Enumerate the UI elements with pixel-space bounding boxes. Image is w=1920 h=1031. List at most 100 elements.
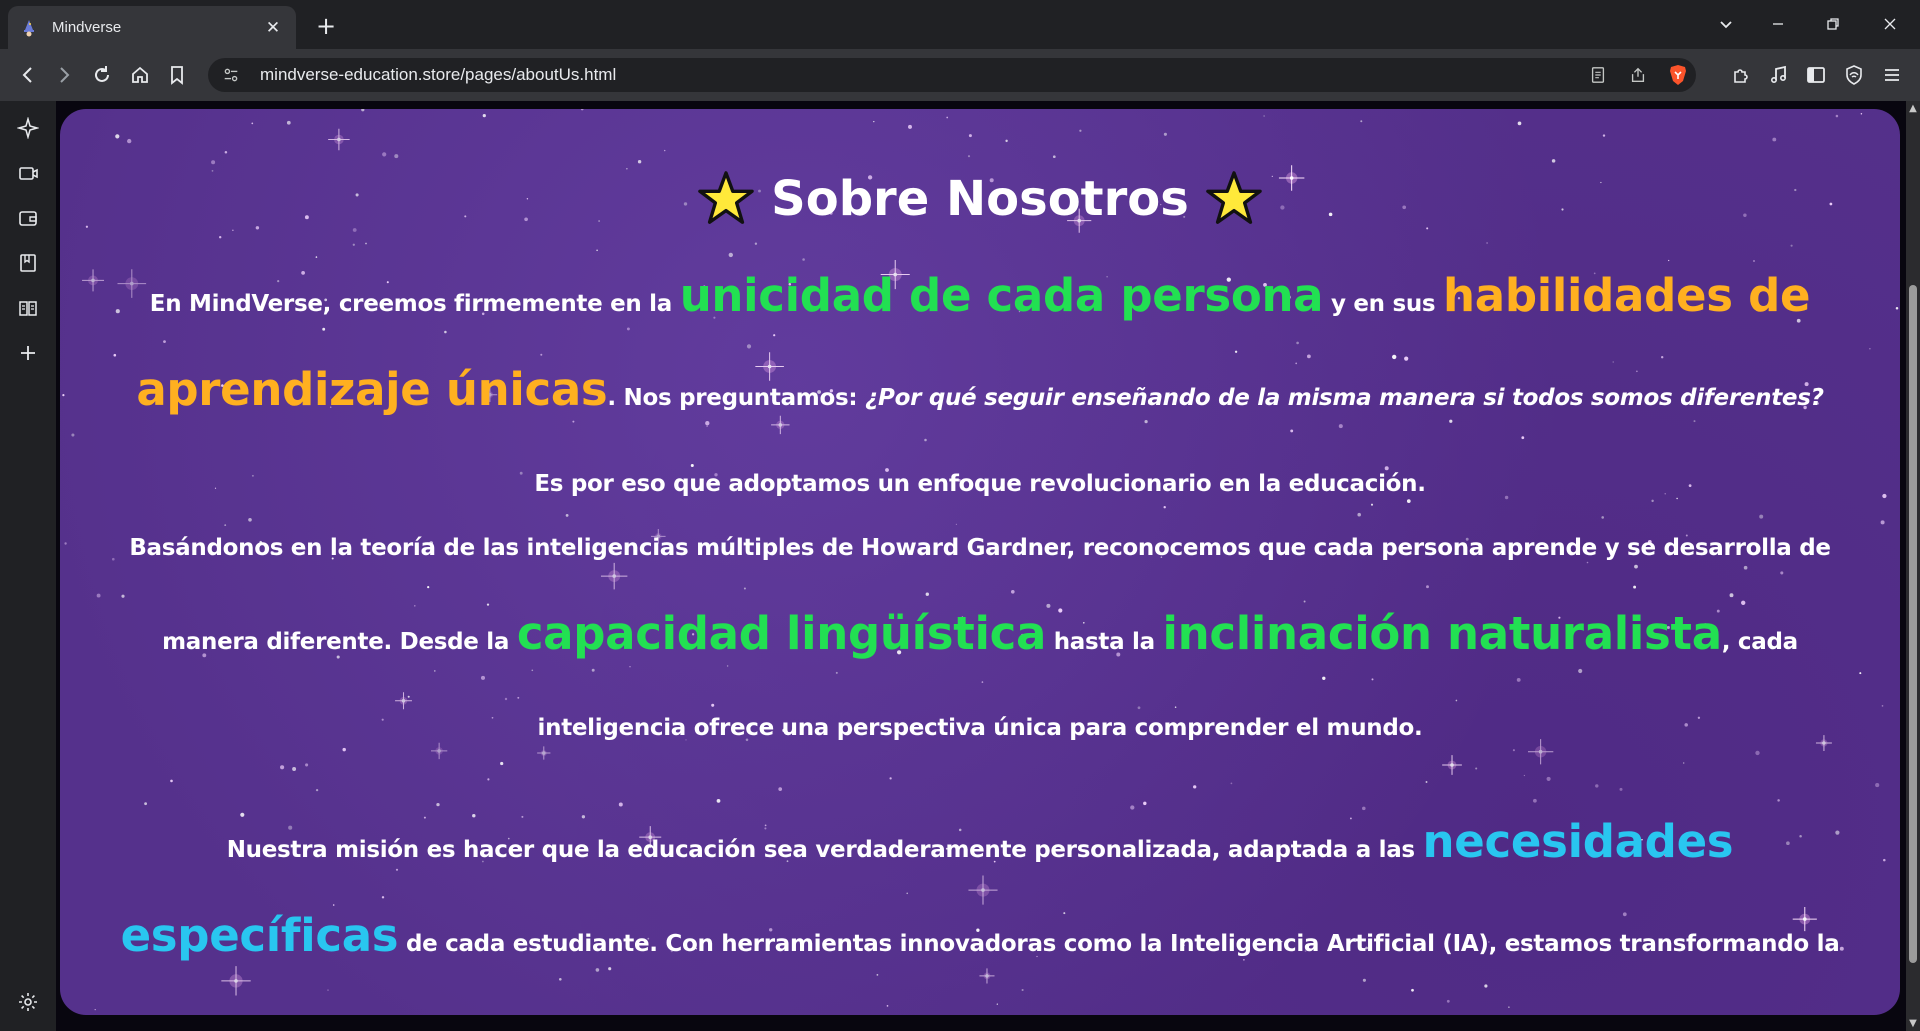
star-dot <box>968 134 972 138</box>
text-fragment: , creemos firmemente en la <box>322 291 680 317</box>
star-dot <box>113 353 117 357</box>
address-bar[interactable]: mindverse-education.store/pages/aboutUs.… <box>208 58 1696 92</box>
emphasis-text: Inteligencia Artificial (IA) <box>1169 931 1489 957</box>
tab-title: Mindverse <box>52 19 122 36</box>
star-dot <box>1005 139 1008 143</box>
star-dot <box>115 134 120 139</box>
question-text: ¿Por qué seguir enseñando de la misma ma… <box>864 385 1824 411</box>
new-tab-button[interactable]: + <box>312 12 340 40</box>
star-dot <box>127 138 132 144</box>
star-dot <box>482 113 486 118</box>
star-dot <box>71 433 75 437</box>
page-title: Sobre Nosotros <box>771 171 1189 227</box>
leo-ai-icon[interactable] <box>14 114 42 142</box>
star-dot <box>1263 115 1265 117</box>
star-dot <box>1360 120 1363 123</box>
highlight-uniqueness: unicidad de cada persona <box>679 269 1324 322</box>
star-dot <box>1163 132 1167 136</box>
star-icon <box>698 171 754 224</box>
playlist-icon[interactable] <box>14 159 42 187</box>
text-fragment: Nuestra misión es hacer que la educación… <box>226 837 1035 863</box>
text-fragment: Es por eso que adoptamos un enfoque <box>534 471 1030 497</box>
page-viewport: Sobre Nosotros En MindVerse, creemos fir… <box>56 101 1906 1031</box>
emphasis-text: personalizada <box>1034 837 1212 863</box>
star-dot <box>1869 348 1871 350</box>
tab-mindverse[interactable]: Mindverse ✕ <box>8 6 296 49</box>
sidebar-toggle-icon[interactable] <box>1802 61 1830 89</box>
share-icon[interactable] <box>1626 63 1650 87</box>
browser-sidebar <box>0 101 56 1031</box>
media-icon[interactable] <box>1765 61 1793 89</box>
star-dot <box>1880 520 1885 525</box>
text-fragment: hasta la <box>1046 629 1163 655</box>
back-button[interactable] <box>14 61 42 89</box>
tab-strip: Mindverse ✕ + <box>0 0 1920 49</box>
reload-button[interactable] <box>88 61 116 89</box>
star-dot <box>1860 112 1863 115</box>
highlight-naturalist: inclinación naturalista <box>1162 607 1723 660</box>
bookmarks-panel-icon[interactable] <box>14 249 42 277</box>
about-us-card: Sobre Nosotros En MindVerse, creemos fir… <box>60 109 1900 1015</box>
star-dot <box>1602 134 1606 137</box>
star-dot <box>1896 121 1899 123</box>
star-dot <box>1883 858 1886 862</box>
page-scrollbar[interactable]: ▲ ▼ <box>1906 101 1920 1031</box>
vpn-icon[interactable] <box>1840 61 1868 89</box>
settings-gear-icon[interactable] <box>14 988 42 1016</box>
scroll-up-arrow-icon[interactable]: ▲ <box>1908 103 1918 114</box>
star-dot <box>224 150 228 154</box>
star-dot <box>580 109 584 111</box>
brand-name: MindVerse <box>188 291 323 317</box>
mission-paragraph: Nuestra misión es hacer que la educación… <box>120 799 1840 1015</box>
star-dot <box>94 1008 96 1011</box>
star-dot <box>1882 493 1887 499</box>
bookmark-icon[interactable] <box>163 61 191 89</box>
star-dot <box>1839 946 1844 951</box>
star-dot <box>1052 155 1056 159</box>
intro-paragraph: En MindVerse, creemos firmemente en la u… <box>120 253 1840 527</box>
url-text[interactable]: mindverse-education.store/pages/aboutUs.… <box>260 65 616 85</box>
close-tab-icon[interactable]: ✕ <box>262 17 284 39</box>
sparkle <box>328 128 350 151</box>
close-window-button[interactable] <box>1870 10 1910 38</box>
star-dot <box>251 122 254 125</box>
text-fragment: , adaptada a las <box>1211 837 1423 863</box>
text-fragment: y en sus <box>1323 291 1444 317</box>
brave-shields-icon[interactable] <box>1666 63 1690 87</box>
star-dot <box>1772 137 1777 142</box>
emphasis-text: las inteligencias múltiples <box>482 535 815 561</box>
star-dot <box>394 154 399 159</box>
text-fragment: de cada estudiante. Con herramientas inn… <box>398 931 1170 957</box>
reader-mode-icon[interactable] <box>1586 63 1610 87</box>
home-icon[interactable] <box>126 61 154 89</box>
star-dot <box>1835 114 1839 118</box>
star-dot <box>967 155 971 158</box>
wizard-icon <box>20 19 38 37</box>
star-dot <box>1517 121 1522 126</box>
star-dot <box>908 124 912 129</box>
star-dot <box>111 557 115 561</box>
reading-list-icon[interactable] <box>14 294 42 322</box>
sparkle <box>82 269 105 292</box>
star-dot <box>1079 129 1082 132</box>
star-dot <box>85 225 89 228</box>
extensions-icon[interactable] <box>1727 61 1755 89</box>
add-panel-icon[interactable] <box>14 339 42 367</box>
star-dot <box>1859 672 1862 675</box>
minimize-button[interactable] <box>1758 10 1798 38</box>
scroll-thumb[interactable] <box>1909 285 1917 963</box>
star-dot <box>286 120 291 125</box>
forward-button[interactable] <box>50 61 78 89</box>
text-fragment: En <box>149 291 189 317</box>
star-dot <box>382 152 387 157</box>
menu-icon[interactable] <box>1878 61 1906 89</box>
star-dot <box>1895 307 1899 310</box>
site-settings-icon[interactable] <box>220 64 242 86</box>
scroll-down-arrow-icon[interactable]: ▼ <box>1908 1018 1918 1029</box>
wallet-icon[interactable] <box>14 204 42 232</box>
star-dot <box>1875 783 1880 788</box>
about-us-section: Sobre Nosotros En MindVerse, creemos fir… <box>120 159 1840 1015</box>
tab-search-chevron-icon[interactable] <box>1706 10 1746 38</box>
restore-button[interactable] <box>1813 10 1853 38</box>
star-dot <box>361 109 365 112</box>
